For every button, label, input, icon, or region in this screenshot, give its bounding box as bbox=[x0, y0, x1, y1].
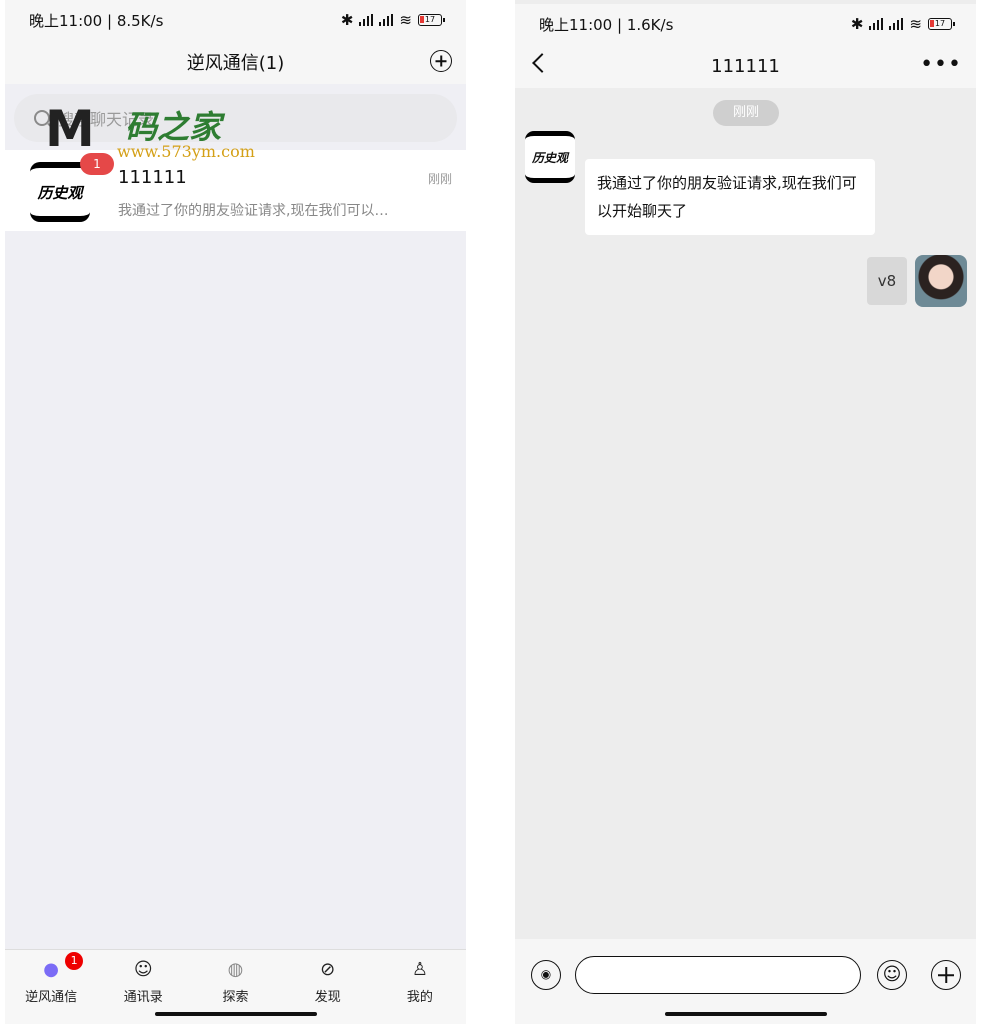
bottom-tab-bar: ● 1 逆风通信 ☺ 通讯录 ◍ 探索 ⊘ 发现 ♙ 我的 bbox=[5, 949, 466, 1024]
contacts-icon: ☺ bbox=[133, 958, 153, 980]
timestamp-pill: 刚刚 bbox=[713, 100, 779, 126]
signal2-icon bbox=[889, 18, 904, 30]
app-header: 逆风通信(1) bbox=[5, 40, 466, 84]
search-icon bbox=[34, 110, 50, 126]
tab-label: 我的 bbox=[406, 990, 433, 1005]
tab-label: 探索 bbox=[222, 990, 249, 1005]
avatar: 历史观 bbox=[30, 162, 90, 222]
wifi-icon: ≋ bbox=[909, 15, 922, 33]
home-indicator bbox=[154, 1012, 317, 1016]
status-icons: ✱ ≋ 17 bbox=[850, 15, 955, 33]
battery-icon: 17 bbox=[418, 14, 445, 26]
voice-icon[interactable]: ◉ bbox=[531, 960, 561, 990]
tab-me[interactable]: ♙ 我的 bbox=[374, 950, 466, 1024]
status-icons: ✱ ≋ 17 bbox=[340, 11, 445, 29]
contact-avatar[interactable]: 历史观 bbox=[525, 131, 575, 183]
more-actions-icon[interactable] bbox=[931, 960, 961, 990]
status-speed: 1.6K/s bbox=[626, 15, 674, 34]
add-icon[interactable] bbox=[430, 50, 452, 72]
outgoing-message[interactable]: v8 bbox=[867, 257, 907, 305]
more-icon[interactable]: ••• bbox=[920, 52, 962, 77]
chat-list-item[interactable]: 历史观 1 111111 刚刚 我通过了你的朋友验证请求,现在我们可以… bbox=[5, 150, 466, 231]
chat-preview: 我通过了你的朋友验证请求,现在我们可以… bbox=[118, 203, 389, 219]
bluetooth-icon: ✱ bbox=[850, 15, 864, 33]
my-avatar[interactable] bbox=[915, 255, 967, 307]
chat-header: 111111 ••• bbox=[515, 44, 976, 88]
status-speed: 8.5K/s bbox=[116, 11, 164, 30]
planet-icon: ◍ bbox=[227, 958, 244, 980]
compass-icon: ⊘ bbox=[320, 958, 336, 980]
unread-badge: 1 bbox=[80, 153, 114, 175]
wifi-icon: ≋ bbox=[399, 11, 412, 29]
bluetooth-icon: ✱ bbox=[340, 11, 354, 29]
status-bar: 晚上11:00 | 8.5K/s ✱ ≋ 17 bbox=[5, 0, 466, 40]
tab-label: 逆风通信 bbox=[25, 990, 78, 1005]
chat-name: 111111 bbox=[118, 167, 187, 188]
tab-label: 发现 bbox=[314, 990, 341, 1005]
signal2-icon bbox=[379, 14, 394, 26]
battery-icon: 17 bbox=[928, 18, 955, 30]
search-placeholder: 搜索聊天记录 bbox=[58, 110, 155, 129]
chat-time: 刚刚 bbox=[427, 172, 452, 186]
emoji-icon[interactable]: ☺ bbox=[877, 960, 907, 990]
back-icon[interactable] bbox=[532, 53, 552, 73]
incoming-message[interactable]: 我通过了你的朋友验证请求,现在我们可以开始聊天了 bbox=[585, 159, 875, 235]
status-bar: 晚上11:00 | 1.6K/s ✱ ≋ 17 bbox=[515, 4, 976, 44]
search-input[interactable]: 搜索聊天记录 bbox=[14, 94, 457, 142]
input-bar: ◉ ☺ bbox=[515, 939, 976, 1024]
home-indicator bbox=[664, 1012, 827, 1016]
tab-chats[interactable]: ● 1 逆风通信 bbox=[5, 950, 97, 1024]
profile-icon: ♙ bbox=[411, 958, 428, 980]
page-title: 逆风通信(1) bbox=[186, 53, 285, 74]
message-input[interactable] bbox=[575, 956, 861, 994]
status-time: 晚上11:00 bbox=[539, 15, 613, 34]
chat-detail-screen: 晚上11:00 | 1.6K/s ✱ ≋ 17 111111 ••• 刚刚 历史… bbox=[515, 0, 976, 1024]
chat-list-screen: 晚上11:00 | 8.5K/s ✱ ≋ 17 逆风通信(1) 搜索聊天记录 历… bbox=[5, 0, 466, 1024]
status-time: 晚上11:00 bbox=[29, 11, 103, 30]
chat-title: 111111 bbox=[711, 55, 780, 77]
tab-badge: 1 bbox=[65, 952, 84, 970]
signal-icon bbox=[359, 14, 374, 26]
chat-bubble-icon: ● 1 bbox=[39, 952, 84, 980]
tab-label: 通讯录 bbox=[123, 990, 163, 1005]
signal-icon bbox=[869, 18, 884, 30]
